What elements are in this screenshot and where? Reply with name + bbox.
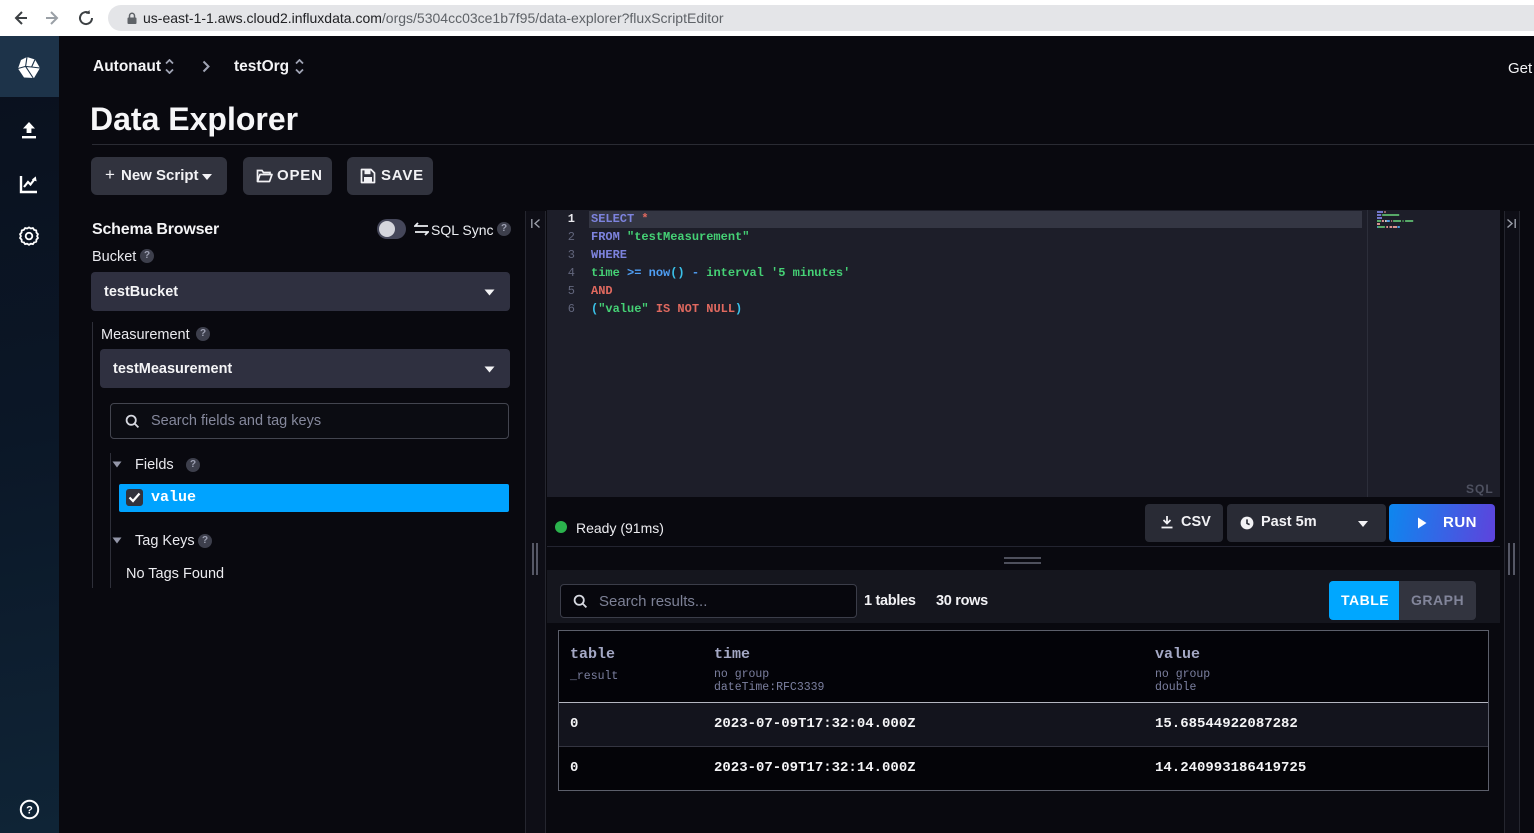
- svg-text:?: ?: [26, 805, 33, 817]
